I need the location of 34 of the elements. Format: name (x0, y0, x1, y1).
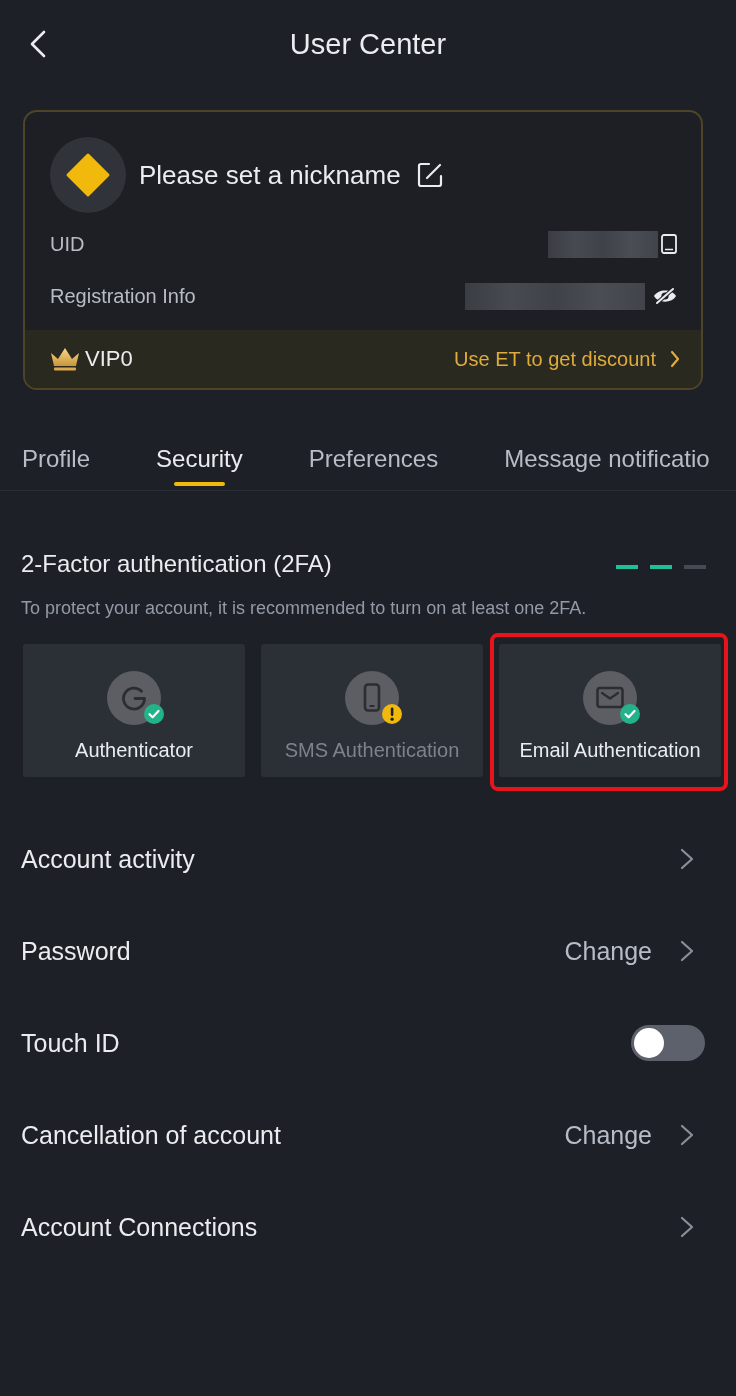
chevron-right-icon (680, 1124, 694, 1146)
setting-label[interactable]: Account Connections (21, 1212, 680, 1242)
copy-icon[interactable] (661, 234, 677, 254)
nickname-text: Please set a nickname (139, 159, 401, 191)
setting-label[interactable]: Password (21, 936, 565, 966)
page-title: User Center (289, 27, 447, 61)
tab[interactable]: Profile (22, 434, 91, 486)
field-label: Registration Info (50, 284, 197, 308)
eye-off-icon[interactable] (653, 287, 677, 305)
diamond-avatar-icon (50, 137, 126, 213)
toggle-switch[interactable] (631, 1025, 705, 1061)
chevron-right-icon (680, 848, 694, 870)
section-title: 2-Factor authentication (2FA) (21, 549, 332, 579)
auth-method-card[interactable]: Authenticator (23, 644, 245, 777)
tab[interactable]: Security (156, 434, 243, 486)
change-link[interactable]: Change (564, 1120, 652, 1150)
setting-label: Touch ID (21, 1028, 121, 1058)
chevron-right-icon (680, 940, 694, 962)
edit-icon[interactable] (416, 162, 443, 188)
chevron-right-icon (680, 1216, 694, 1238)
chevron-right-icon (670, 350, 680, 368)
tab[interactable]: Preferences (308, 434, 439, 486)
auth-method-card[interactable]: SMS Authentication (261, 644, 483, 777)
field-label: UID (50, 232, 86, 256)
auth-method-card[interactable]: Email Authentication (499, 644, 721, 777)
section-hint: To protect your account, it is recommended to turn on at least one 2FA. (21, 597, 588, 620)
change-link[interactable]: Change (564, 936, 652, 966)
setting-label[interactable]: Account activity (21, 844, 680, 874)
crown-icon (50, 347, 80, 371)
back-icon (30, 30, 46, 58)
tab[interactable]: Message notificatio (504, 434, 710, 486)
setting-label[interactable]: Cancellation of account (21, 1120, 565, 1150)
discount-link[interactable]: Use ET to get discount (454, 347, 656, 371)
vip-level: VIP0 (85, 346, 134, 372)
